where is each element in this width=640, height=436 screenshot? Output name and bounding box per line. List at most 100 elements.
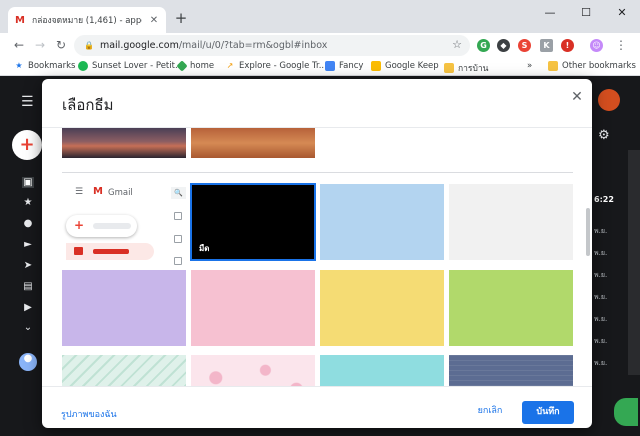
starred-icon[interactable]: ★ [22,197,34,208]
theme-dark[interactable]: มืด [190,183,316,261]
browser-toolbar: ← → ↻ 🔒 mail.google.com/mail/u/0/?tab=rm… [0,33,640,58]
bookmark-item[interactable]: การบ้าน [444,61,488,75]
forward-icon[interactable]: → [33,38,47,52]
extension-icon[interactable]: ! [561,39,574,52]
folder-icon [548,61,558,71]
home-icon [176,60,188,72]
theme-mint[interactable] [62,355,186,386]
theme-navy[interactable] [449,355,573,386]
checkbox-icon [174,257,182,265]
theme-photo-desert[interactable] [191,128,315,158]
theme-lavender[interactable] [62,270,186,346]
extension-icon[interactable]: K [540,39,553,52]
folder-icon [444,63,454,73]
bookmark-item[interactable]: ★ Bookmarks [14,61,75,71]
settings-gear-icon[interactable]: ⚙ [598,128,610,143]
checkbox-icon [174,212,182,220]
theme-label: มืด [199,244,210,253]
close-icon[interactable]: ✕ [569,89,585,105]
placeholder-bar [93,223,131,229]
email-date: พ.ย. [594,337,608,345]
browser-tab[interactable]: M กล่องจดหมาย (1,461) - appdodee ✕ [8,7,166,33]
new-tab-button[interactable]: + [173,9,189,27]
other-bookmarks[interactable]: Other bookmarks [548,61,636,71]
page-scrollbar[interactable] [628,150,640,375]
save-button[interactable]: บันทึก [522,401,574,424]
tab-title: กล่องจดหมาย (1,461) - appdodee [32,16,142,26]
theme-teal[interactable] [320,355,444,386]
theme-picker-dialog: เลือกธีม ✕ ☰ M Gmail 🔍 + มืด รูปภาพของฉั… [42,79,592,428]
close-window-button[interactable]: ✕ [607,6,637,19]
dialog-title: เลือกธีม [62,96,114,114]
snoozed-icon[interactable]: ● [22,218,34,229]
important-icon[interactable]: ► [22,239,34,250]
more-chevron-icon[interactable]: ⌄ [22,322,34,333]
email-date: พ.ย. [594,293,608,301]
address-bar[interactable]: 🔒 mail.google.com/mail/u/0/?tab=rm&ogbl#… [74,35,470,56]
search-icon: 🔍 [171,187,186,199]
email-date: พ.ย. [594,271,608,279]
tab-strip: M กล่องจดหมาย (1,461) - appdodee ✕ + — ☐… [0,0,640,33]
star-icon: ★ [15,61,23,70]
menu-kebab-icon[interactable]: ⋮ [614,38,628,52]
divider [62,172,573,173]
email-date: พ.ย. [594,227,608,235]
plus-icon: + [74,218,85,232]
back-icon[interactable]: ← [12,38,26,52]
inbox-icon[interactable]: ▣ [22,177,34,188]
trends-icon: ↗ [226,61,234,70]
bookmark-item[interactable]: Fancy [325,61,363,71]
theme-pink[interactable] [191,270,315,346]
minimize-button[interactable]: — [535,6,565,19]
side-panel-expand-button[interactable] [614,398,638,426]
label-icon[interactable]: ▶ [22,302,34,313]
reload-icon[interactable]: ↻ [54,38,68,52]
account-avatar[interactable] [598,89,620,111]
url-text: mail.google.com/mail/u/0/?tab=rm&ogbl#in… [99,40,328,51]
bookmarks-overflow[interactable]: » [527,61,532,71]
placeholder-bar [93,249,129,254]
main-menu-icon[interactable]: ☰ [21,94,34,110]
theme-photo-sunset[interactable] [62,128,186,158]
hangouts-avatar-icon[interactable]: ● [19,353,37,371]
bookmark-item[interactable]: home [176,60,214,72]
keep-icon [371,61,381,71]
drafts-icon[interactable]: ▤ [22,281,34,292]
theme-light-blue[interactable] [320,184,444,260]
compose-button[interactable]: + [12,130,42,160]
fancy-icon [325,61,335,71]
menu-icon: ☰ [75,187,84,197]
preview-app-name: Gmail [108,188,133,198]
grammarly-icon[interactable]: G [477,39,490,52]
inbox-icon [74,247,83,255]
profile-avatar-icon[interactable]: ☺ [590,39,603,52]
theme-light-gray[interactable] [449,184,573,260]
bookmark-item[interactable]: Google Keep [371,61,439,71]
sent-icon[interactable]: ➤ [22,260,34,271]
extension-icon[interactable]: ◆ [497,39,510,52]
spotify-icon [78,61,88,71]
gmail-icon: M [15,14,25,26]
close-tab-icon[interactable]: ✕ [148,15,160,26]
extension-icon[interactable]: S [518,39,531,52]
divider [42,386,592,387]
maximize-button[interactable]: ☐ [571,6,601,19]
theme-preview: ☰ M Gmail 🔍 + [62,184,186,265]
bookmark-item[interactable]: ↗ Explore - Google Tr... [225,61,327,71]
bookmarks-bar: ★ Bookmarks Sunset Lover - Petit... home… [0,58,640,76]
email-date: พ.ย. [594,359,608,367]
email-time: 6:22 [594,195,614,204]
cancel-button[interactable]: ยกเลิก [462,399,518,423]
theme-yellow[interactable] [320,270,444,346]
theme-grid: ☰ M Gmail 🔍 + มืด [42,128,592,386]
gmail-logo-icon: M [93,186,103,197]
preview-compose: + [66,215,137,237]
email-date: พ.ย. [594,249,608,257]
bookmark-star-icon[interactable]: ☆ [452,38,462,51]
my-photos-link[interactable]: รูปภาพของฉัน [61,407,117,421]
theme-green[interactable] [449,270,573,346]
theme-blossom[interactable] [191,355,315,386]
preview-inbox-item [66,243,154,260]
bookmark-item[interactable]: Sunset Lover - Petit... [78,61,183,71]
dialog-scrollbar[interactable] [586,208,590,256]
